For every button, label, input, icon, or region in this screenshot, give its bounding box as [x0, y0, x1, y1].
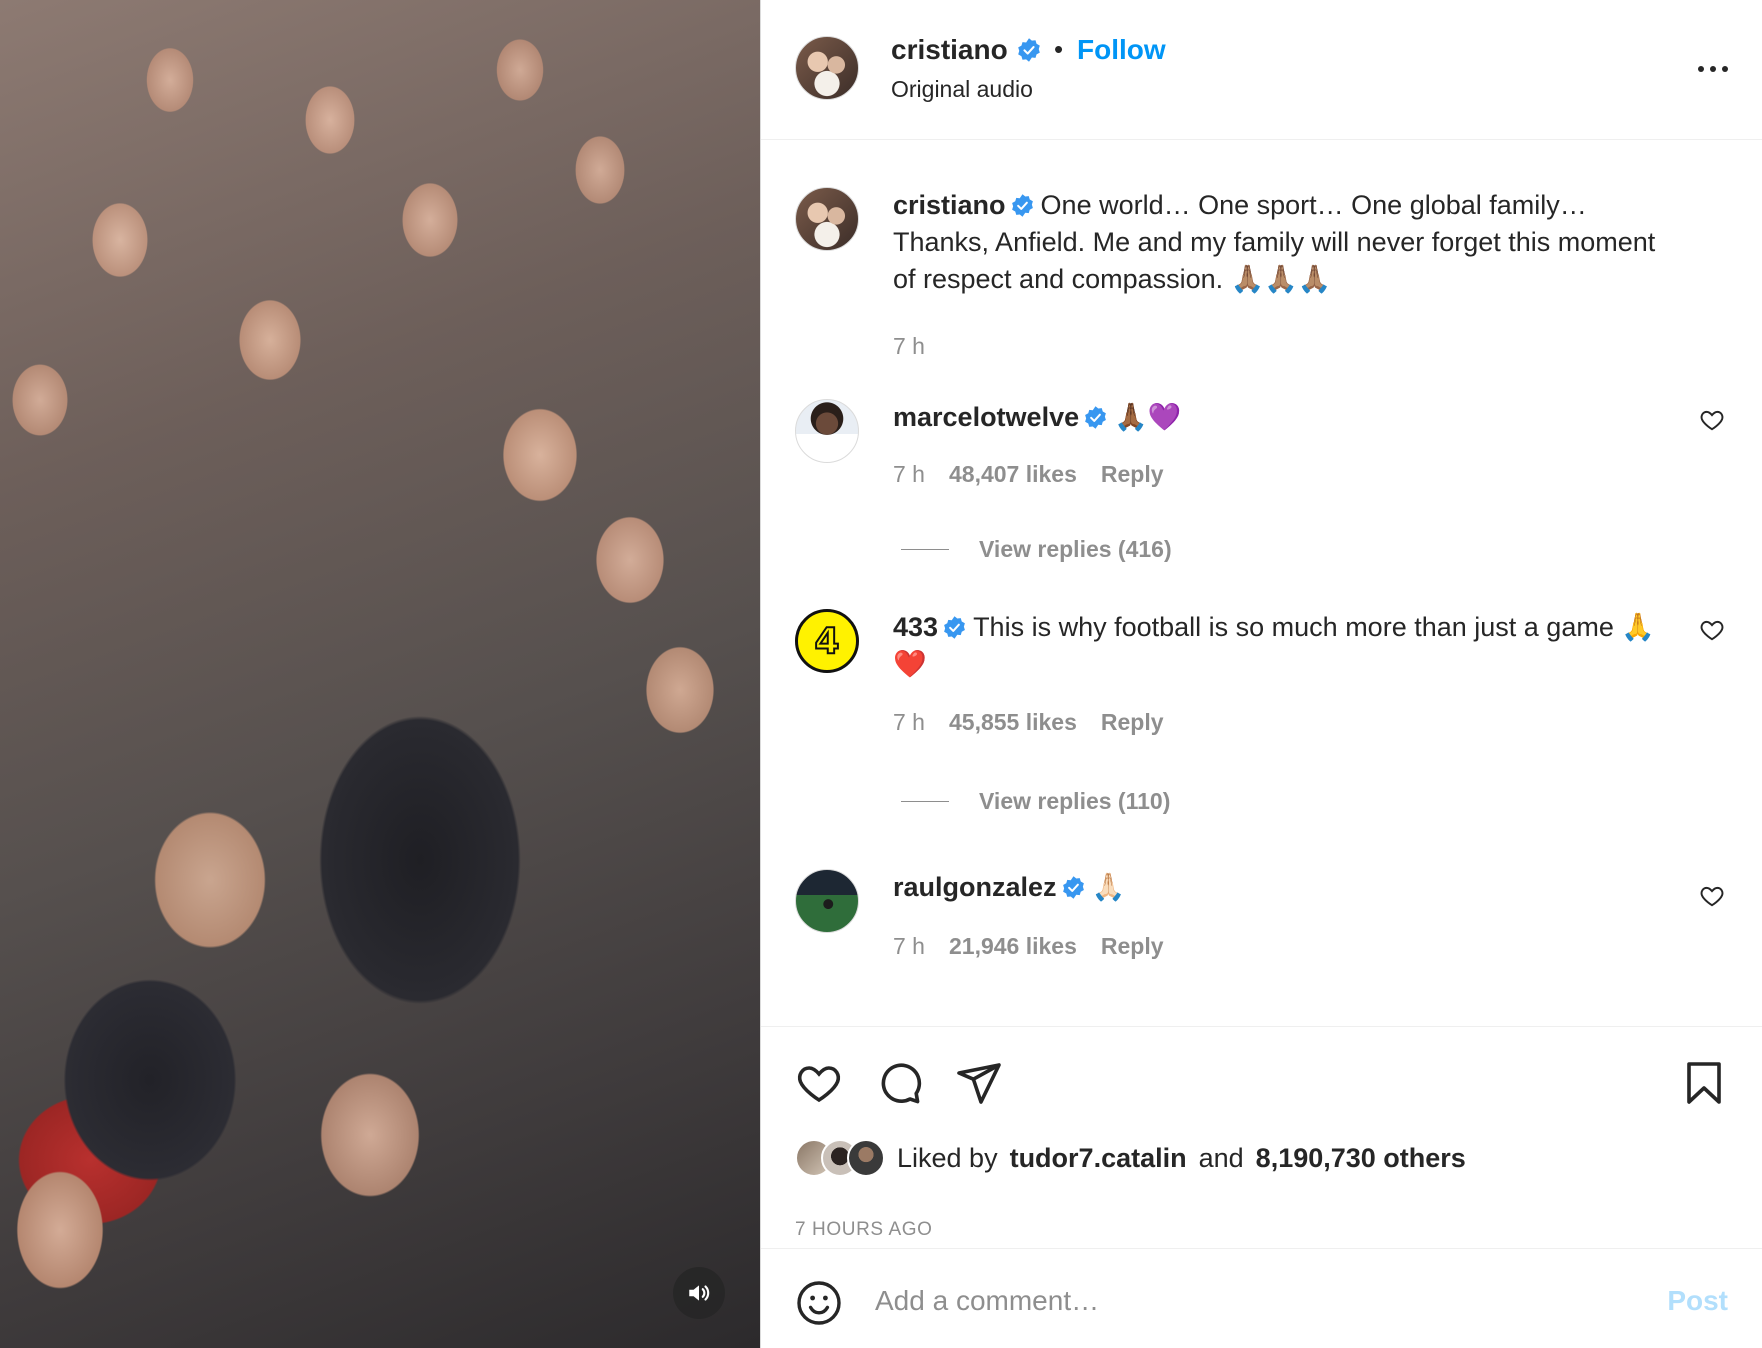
post-time-ago[interactable]: 7 HOURS AGO — [795, 1219, 933, 1241]
liker-username[interactable]: tudor7.catalin — [1010, 1143, 1187, 1174]
replies-divider — [901, 549, 949, 550]
comment-username[interactable]: marcelotwelve — [893, 402, 1079, 432]
add-comment-bar: Post — [761, 1248, 1762, 1348]
verified-icon — [944, 616, 965, 639]
heart-icon[interactable] — [795, 1059, 843, 1107]
more-icon-dot — [1722, 66, 1728, 72]
comment-like-heart-icon[interactable] — [1699, 407, 1725, 433]
post-comment-button[interactable]: Post — [1667, 1285, 1728, 1317]
speaker-icon — [689, 1285, 710, 1301]
comment-likes-count[interactable]: 21,946 likes — [949, 933, 1077, 960]
view-replies-label[interactable]: View replies (416) — [979, 536, 1172, 563]
likes-summary: Liked by tudor7.catalin and 8,190,730 ot… — [795, 1139, 1466, 1177]
author-avatar[interactable] — [795, 36, 859, 100]
post-side-panel: cristiano • Follow Original audio cristi… — [760, 0, 1762, 1348]
commenter-avatar[interactable] — [795, 869, 859, 933]
verified-icon — [1011, 194, 1033, 217]
commenter-avatar[interactable] — [795, 399, 859, 463]
avatar-433-label: 4 — [813, 620, 840, 663]
comment-like-heart-icon[interactable] — [1699, 883, 1725, 909]
comment-likes-count[interactable]: 48,407 likes — [949, 461, 1077, 488]
verified-icon — [1017, 38, 1040, 62]
post-actions: Liked by tudor7.catalin and 8,190,730 ot… — [761, 1026, 1762, 1248]
verified-icon — [1062, 876, 1084, 899]
liker-avatars[interactable] — [795, 1139, 885, 1177]
likes-others-count[interactable]: 8,190,730 others — [1256, 1143, 1466, 1174]
comment-username[interactable]: 433 — [893, 612, 938, 642]
replies-divider — [901, 801, 949, 802]
comment-time[interactable]: 7 h — [893, 709, 925, 736]
follow-button[interactable]: Follow — [1077, 34, 1166, 66]
comment-reply-button[interactable]: Reply — [1101, 933, 1164, 960]
caption-username[interactable]: cristiano — [893, 190, 1006, 220]
comment-reply-button[interactable]: Reply — [1101, 461, 1164, 488]
liker-avatar — [847, 1139, 885, 1177]
caption-time[interactable]: 7 h — [893, 333, 925, 360]
comment-meta: 7 h 48,407 likes Reply — [893, 461, 1164, 488]
caption-author-avatar[interactable] — [795, 187, 859, 251]
post-media-video[interactable] — [0, 0, 760, 1348]
verified-icon — [1085, 406, 1106, 429]
comment-like-heart-icon[interactable] — [1699, 617, 1725, 643]
mute-toggle-button[interactable] — [673, 1267, 725, 1319]
comment-meta: 7 h 21,946 likes Reply — [893, 933, 1164, 960]
more-icon — [1698, 66, 1704, 72]
caption-meta: 7 h — [893, 333, 925, 360]
emoji-icon[interactable] — [795, 1279, 843, 1327]
comment-text-block: raulgonzalez 🙏🏻 — [893, 869, 1675, 906]
audio-label[interactable]: Original audio — [891, 76, 1033, 103]
comment-meta: 7 h 45,855 likes Reply — [893, 709, 1164, 736]
likes-prefix: Liked by — [897, 1142, 998, 1173]
comment-text: This is why football is so much more tha… — [893, 612, 1655, 679]
comment-icon[interactable] — [875, 1059, 923, 1107]
comment-time[interactable]: 7 h — [893, 933, 925, 960]
caption-text-block: cristiano One world… One sport… One globa… — [893, 187, 1675, 298]
bookmark-icon[interactable] — [1680, 1059, 1728, 1107]
caption-text: One world… One sport… One global family…… — [893, 190, 1656, 294]
comment-input[interactable] — [875, 1277, 1635, 1325]
comment-text-block: 433 This is why football is so much more … — [893, 609, 1675, 683]
comment-text: 🙏🏻 — [1091, 872, 1126, 902]
more-options-button[interactable] — [1698, 60, 1728, 78]
comments-list[interactable]: cristiano One world… One sport… One globa… — [761, 141, 1762, 1026]
view-replies-label[interactable]: View replies (110) — [979, 788, 1170, 815]
comment-time[interactable]: 7 h — [893, 461, 925, 488]
post-header: cristiano • Follow Original audio — [761, 0, 1762, 140]
author-username[interactable]: cristiano — [891, 34, 1042, 66]
comment-reply-button[interactable]: Reply — [1101, 709, 1164, 736]
likes-and: and — [1198, 1142, 1244, 1173]
comment-text: 🙏🏾💜 — [1114, 402, 1182, 432]
author-username-text[interactable]: cristiano — [891, 34, 1008, 66]
commenter-avatar[interactable]: 4 — [795, 609, 859, 673]
comment-username[interactable]: raulgonzalez — [893, 872, 1057, 902]
comment-likes-count[interactable]: 45,855 likes — [949, 709, 1077, 736]
header-separator: • — [1054, 34, 1064, 64]
comment-text-block: marcelotwelve 🙏🏾💜 — [893, 399, 1675, 436]
view-replies-button[interactable]: View replies (110) — [901, 788, 1170, 815]
view-replies-button[interactable]: View replies (416) — [901, 536, 1172, 563]
more-icon-dot — [1710, 66, 1716, 72]
share-icon[interactable] — [955, 1059, 1003, 1107]
